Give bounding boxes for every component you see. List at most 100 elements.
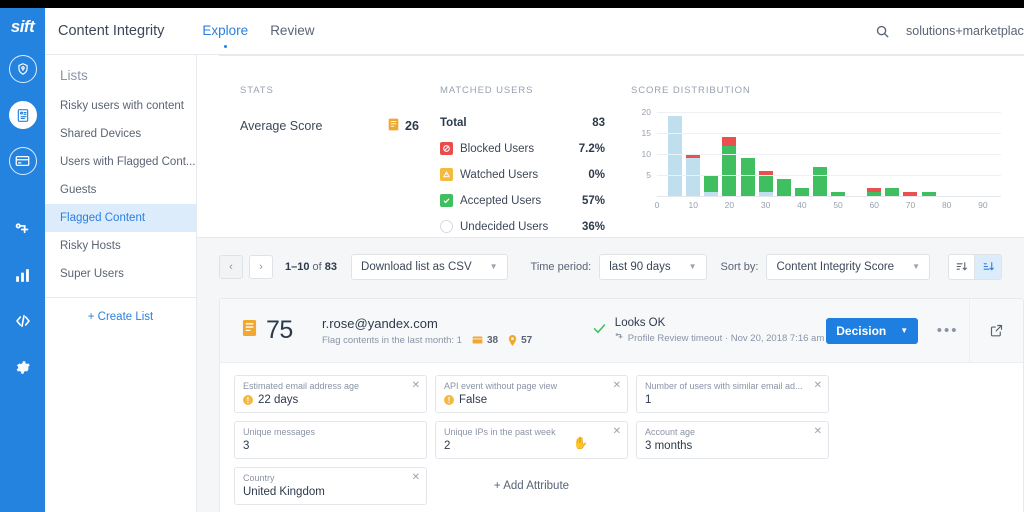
attribute-chip-value-group: 2 bbox=[444, 440, 619, 452]
attribute-chip[interactable]: Country United Kingdom ✕ bbox=[234, 467, 427, 505]
attribute-chip[interactable]: Estimated email address age! 22 days ✕ bbox=[234, 375, 427, 413]
matched-row-accepted: Accepted Users 57% bbox=[440, 194, 605, 207]
content-document-icon[interactable] bbox=[0, 92, 45, 138]
attribute-chip[interactable]: Unique messages 3 bbox=[234, 421, 427, 459]
chart-bar-segment bbox=[686, 158, 701, 196]
attribute-chip-value: 3 months bbox=[645, 440, 693, 452]
main-content: STATS Average Score 26 MATCHED USERS Tot… bbox=[197, 55, 1024, 512]
chart-bar bbox=[794, 187, 809, 196]
stats-label: STATS bbox=[240, 85, 274, 96]
matched-row-label: Blocked Users bbox=[460, 142, 535, 155]
close-icon[interactable]: ✕ bbox=[814, 380, 822, 391]
sidebar-item-super-users[interactable]: Super Users bbox=[45, 260, 196, 288]
check-icon bbox=[592, 321, 607, 341]
matched-row-value: 0% bbox=[588, 168, 605, 181]
chart-bar bbox=[885, 187, 900, 196]
time-period-dropdown[interactable]: last 90 days ▼ bbox=[599, 253, 707, 280]
prev-page-button[interactable]: ‹ bbox=[219, 254, 243, 279]
result-email[interactable]: r.rose@yandex.com bbox=[322, 316, 592, 331]
chart-x-tick: 40 bbox=[797, 200, 807, 210]
search-icon[interactable] bbox=[872, 21, 892, 41]
lists-sidebar: Lists Risky users with content Shared De… bbox=[45, 55, 197, 512]
chart-bar-segment bbox=[812, 166, 827, 196]
sort-by-value: Content Integrity Score bbox=[776, 260, 895, 273]
sidebar-item-guests[interactable]: Guests bbox=[45, 176, 196, 204]
result-card: 75 r.rose@yandex.com Flag contents in th… bbox=[219, 298, 1024, 512]
chart-y-tick: 10 bbox=[641, 149, 651, 160]
sort-by-dropdown[interactable]: Content Integrity Score ▼ bbox=[766, 253, 930, 280]
attribute-chip-value-group: 3 months bbox=[645, 440, 820, 452]
tab-review[interactable]: Review bbox=[270, 23, 314, 40]
chart-x-tick: 70 bbox=[905, 200, 916, 210]
attribute-chip-value-group: United Kingdom bbox=[243, 486, 418, 498]
add-attribute-button[interactable]: + Add Attribute bbox=[435, 467, 628, 505]
attribute-chip[interactable]: Number of users with similar email ad...… bbox=[636, 375, 829, 413]
chart-bar-segment bbox=[794, 187, 809, 196]
attribute-chip-key: Unique IPs in the past week bbox=[444, 427, 556, 437]
chart-plot-area bbox=[657, 108, 1001, 197]
stats-row-label: Average Score bbox=[240, 119, 323, 133]
time-period-label: Time period: bbox=[530, 260, 592, 273]
matched-row-undecided: Undecided Users 36% bbox=[440, 220, 605, 233]
chart-bar-segment bbox=[776, 179, 791, 196]
close-icon[interactable]: ✕ bbox=[412, 472, 420, 483]
account-menu[interactable]: solutions+marketplace bbox=[906, 24, 1024, 38]
sidebar-item-shared-devices[interactable]: Shared Devices bbox=[45, 120, 196, 148]
close-icon[interactable]: ✕ bbox=[613, 426, 621, 437]
attribute-chip[interactable]: Account age 3 months ✕ bbox=[636, 421, 829, 459]
analytics-bar-icon[interactable] bbox=[0, 252, 45, 298]
score-distribution-label: SCORE DISTRIBUTION bbox=[631, 85, 751, 96]
next-page-button[interactable]: › bbox=[249, 254, 273, 279]
sidebar-item-risky-users-with-content[interactable]: Risky users with content bbox=[45, 92, 196, 120]
close-icon[interactable]: ✕ bbox=[613, 380, 621, 391]
chevron-down-icon: ▼ bbox=[489, 262, 498, 271]
gear-icon[interactable] bbox=[0, 344, 45, 390]
matched-row-label: Watched Users bbox=[460, 168, 539, 181]
chevron-down-icon: ▼ bbox=[912, 262, 920, 271]
payment-card-icon[interactable] bbox=[0, 138, 45, 184]
matched-users-total-label: Total bbox=[440, 117, 467, 129]
chart-x-tick: 80 bbox=[941, 200, 952, 210]
download-csv-dropdown[interactable]: Download list as CSV ▼ bbox=[351, 253, 508, 280]
shield-location-icon[interactable] bbox=[0, 46, 45, 92]
sidebar-item-flagged-content[interactable]: Flagged Content bbox=[45, 204, 196, 232]
attribute-chip[interactable]: API event without page view! False ✕ bbox=[435, 375, 628, 413]
chart-gridline bbox=[657, 112, 1001, 114]
content-score-icon bbox=[388, 118, 399, 134]
decision-button-label: Decision bbox=[836, 323, 887, 338]
chart-x-tick: 60 bbox=[869, 200, 879, 210]
matched-row-watched: Watched Users 0% bbox=[440, 168, 605, 181]
attribute-chip[interactable]: Unique IPs in the past week 2 ✕ ✋ bbox=[435, 421, 628, 459]
attribute-chip-key: Estimated email address age bbox=[243, 381, 360, 391]
pagination-count: 1–10 of 83 bbox=[285, 261, 337, 273]
matched-users-section: MATCHED USERS Total 83 Blocked Users 7.2… bbox=[440, 85, 605, 233]
tab-explore[interactable]: Explore bbox=[202, 23, 248, 48]
content-score-icon bbox=[242, 319, 257, 342]
stats-row-value: 26 bbox=[405, 119, 419, 133]
accepted-icon bbox=[440, 194, 453, 207]
matched-row-label: Undecided Users bbox=[460, 220, 549, 233]
create-list-button[interactable]: + Create List bbox=[45, 298, 196, 336]
result-score: 75 bbox=[220, 316, 322, 345]
sidebar-item-risky-hosts[interactable]: Risky Hosts bbox=[45, 232, 196, 260]
close-icon[interactable]: ✕ bbox=[412, 380, 420, 391]
close-icon[interactable]: ✕ bbox=[814, 426, 822, 437]
code-brackets-icon[interactable] bbox=[0, 298, 45, 344]
sort-ascending-icon[interactable] bbox=[948, 253, 975, 280]
result-status-text: Looks OK Profile Review timeout · Nov 20… bbox=[615, 317, 824, 344]
attribute-chip-value: 22 days bbox=[258, 394, 299, 406]
attribute-chip-list: Estimated email address age! 22 days ✕ API … bbox=[220, 363, 1023, 512]
sift-logo: sift bbox=[10, 17, 35, 36]
score-distribution-section: SCORE DISTRIBUTION 5 10 15 20 0 10 20 30 40 50 60… bbox=[631, 85, 1001, 213]
primary-nav-rail: sift bbox=[0, 8, 45, 512]
chart-bar-segment bbox=[885, 187, 900, 196]
chart-bar-segment bbox=[867, 187, 882, 192]
decision-button[interactable]: Decision ▼ bbox=[826, 317, 919, 344]
open-external-icon[interactable] bbox=[968, 298, 1023, 363]
sort-descending-icon[interactable] bbox=[975, 253, 1002, 280]
result-card-header: 75 r.rose@yandex.com Flag contents in th… bbox=[220, 298, 1023, 363]
workflow-icon[interactable] bbox=[0, 206, 45, 252]
chart-y-tick: 20 bbox=[641, 107, 651, 118]
sidebar-item-users-with-flagged-content[interactable]: Users with Flagged Cont... bbox=[45, 148, 196, 176]
more-options-icon[interactable]: ••• bbox=[926, 322, 969, 339]
